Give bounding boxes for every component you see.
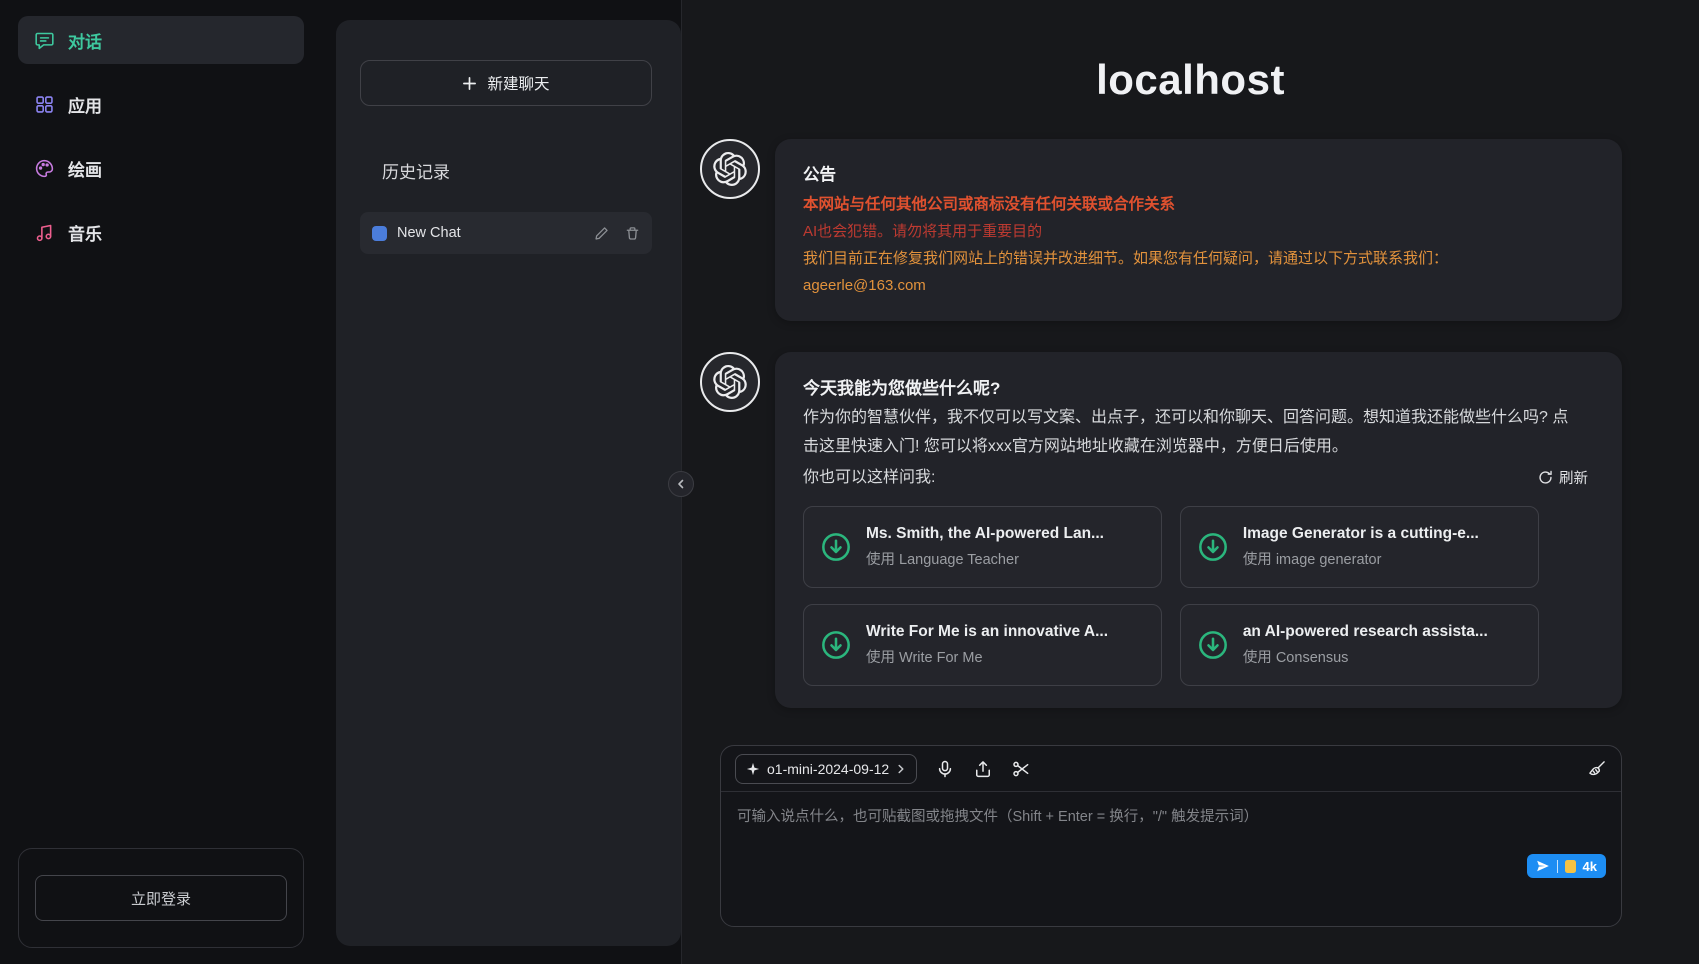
suggestion-card[interactable]: Write For Me is an innovative A... 使用 Wr… — [803, 604, 1162, 686]
sidebar-item-label: 绘画 — [68, 156, 102, 181]
announcement-line3: 我们目前正在修复我们网站上的错误并改进细节。如果您有任何疑问，请通过以下方式联系… — [803, 245, 1594, 272]
new-chat-button[interactable]: 新建聊天 — [360, 60, 652, 106]
suggestion-subtitle: 使用 Language Teacher — [866, 548, 1104, 569]
login-button[interactable]: 立即登录 — [35, 875, 287, 921]
refresh-icon — [1538, 470, 1553, 485]
palette-icon — [34, 158, 55, 179]
suggestion-subtitle: 使用 image generator — [1243, 548, 1479, 569]
model-selector[interactable]: o1-mini-2024-09-12 — [735, 754, 917, 784]
history-title: 历史记录 — [382, 158, 450, 183]
microphone-icon[interactable] — [935, 759, 955, 779]
openai-logo-icon — [713, 365, 747, 399]
login-panel: 立即登录 — [18, 848, 304, 948]
sidebar-item-apps[interactable]: 应用 — [18, 80, 304, 128]
main-area: localhost 公告 本网站与任何其他公司或商标没有任何关联或合作关系 AI… — [682, 0, 1699, 964]
edit-icon[interactable] — [594, 226, 609, 241]
chat-icon — [34, 30, 55, 51]
sidebar-item-paint[interactable]: 绘画 — [18, 144, 304, 192]
suggestion-card[interactable]: Image Generator is a cutting-e... 使用 ima… — [1180, 506, 1539, 588]
suggestion-title: an AI-powered research assista... — [1243, 623, 1488, 641]
token-icon — [1565, 860, 1576, 873]
chevron-right-icon — [896, 764, 906, 774]
message-input[interactable] — [721, 792, 1621, 926]
announcement-line2: AI也会犯错。请勿将其用于重要目的 — [803, 218, 1594, 245]
sparkle-icon — [746, 762, 760, 776]
suggestion-title: Write For Me is an innovative A... — [866, 623, 1108, 641]
scissors-icon[interactable] — [1011, 759, 1031, 779]
music-icon — [34, 222, 55, 243]
announcement-line1: 本网站与任何其他公司或商标没有任何关联或合作关系 — [803, 191, 1594, 218]
welcome-bubble: 今天我能为您做些什么呢? 作为你的智慧伙伴，我不仅可以写文案、出点子，还可以和你… — [775, 352, 1622, 708]
chat-list-panel: 新建聊天 历史记录 New Chat — [336, 20, 681, 946]
announcement-message: 公告 本网站与任何其他公司或商标没有任何关联或合作关系 AI也会犯错。请勿将其用… — [700, 139, 1622, 321]
announcement-bubble: 公告 本网站与任何其他公司或商标没有任何关联或合作关系 AI也会犯错。请勿将其用… — [775, 139, 1622, 321]
sidebar: 对话 应用 绘画 音乐 — [18, 16, 304, 272]
sidebar-item-label: 应用 — [68, 92, 102, 117]
chat-item-avatar — [372, 226, 387, 241]
composer: o1-mini-2024-09-12 — [720, 745, 1622, 927]
announcement-title: 公告 — [803, 161, 1594, 185]
plus-icon — [462, 76, 477, 91]
model-name: o1-mini-2024-09-12 — [767, 761, 889, 777]
suggestion-card[interactable]: an AI-powered research assista... 使用 Con… — [1180, 604, 1539, 686]
sidebar-item-label: 对话 — [68, 28, 102, 53]
suggestion-card[interactable]: Ms. Smith, the AI-powered Lan... 使用 Lang… — [803, 506, 1162, 588]
suggestion-subtitle: 使用 Consensus — [1243, 646, 1488, 667]
sidebar-item-chat[interactable]: 对话 — [18, 16, 304, 64]
refresh-label: 刷新 — [1559, 467, 1588, 488]
suggestion-title: Ms. Smith, the AI-powered Lan... — [866, 525, 1104, 543]
ask-hint: 你也可以这样问我: — [803, 463, 935, 492]
contact-email-link[interactable]: ageerle@163.com — [803, 272, 926, 299]
welcome-title: 今天我能为您做些什么呢? — [803, 374, 1594, 403]
suggestion-grid: Ms. Smith, the AI-powered Lan... 使用 Lang… — [803, 506, 1539, 686]
sidebar-item-label: 音乐 — [68, 220, 102, 245]
download-circle-icon — [820, 629, 852, 661]
send-button[interactable]: 4k — [1527, 854, 1606, 878]
badge-divider — [1557, 860, 1558, 873]
suggestion-title: Image Generator is a cutting-e... — [1243, 525, 1479, 543]
collapse-sidebar-button[interactable] — [668, 471, 694, 497]
refresh-button[interactable]: 刷新 — [1538, 467, 1594, 488]
welcome-message: 今天我能为您做些什么呢? 作为你的智慧伙伴，我不仅可以写文案、出点子，还可以和你… — [700, 352, 1622, 708]
bot-avatar — [700, 352, 760, 412]
page-title: localhost — [682, 56, 1699, 104]
welcome-body: 作为你的智慧伙伴，我不仅可以写文案、出点子，还可以和你聊天、回答问题。想知道我还… — [803, 403, 1578, 461]
chat-history-item[interactable]: New Chat — [360, 212, 652, 254]
openai-logo-icon — [713, 152, 747, 186]
chat-item-title: New Chat — [397, 225, 578, 241]
send-plane-icon — [1536, 859, 1550, 873]
clear-context-broom-icon[interactable] — [1587, 759, 1607, 779]
download-circle-icon — [820, 531, 852, 563]
token-count: 4k — [1583, 859, 1597, 874]
apps-icon — [34, 94, 55, 115]
delete-icon[interactable] — [625, 226, 640, 241]
download-circle-icon — [1197, 629, 1229, 661]
upload-icon[interactable] — [973, 759, 993, 779]
download-circle-icon — [1197, 531, 1229, 563]
new-chat-label: 新建聊天 — [487, 72, 549, 94]
composer-toolbar: o1-mini-2024-09-12 — [721, 746, 1621, 792]
sidebar-item-music[interactable]: 音乐 — [18, 208, 304, 256]
suggestion-subtitle: 使用 Write For Me — [866, 646, 1108, 667]
bot-avatar — [700, 139, 760, 199]
